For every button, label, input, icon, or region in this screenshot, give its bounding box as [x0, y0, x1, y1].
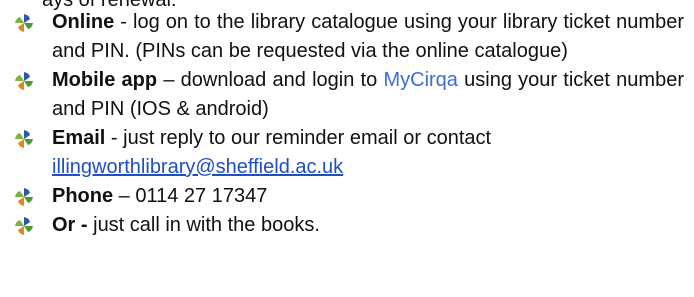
item-text-before-link: - just reply to our reminder email or co… — [105, 127, 492, 149]
list-item-phone: Phone – 0114 27 17347 — [0, 182, 694, 211]
item-lead-label: Or - — [52, 214, 88, 236]
pinwheel-bullet-icon — [15, 217, 33, 235]
mycirqa-link[interactable]: MyCirqa — [383, 69, 457, 91]
list-item-call-in: Or - just call in with the books. — [0, 211, 694, 240]
item-lead-label: Online — [52, 11, 115, 33]
item-text: – 0114 27 17347 — [113, 185, 268, 207]
renewal-methods-list: Online - log on to the library catalogue… — [0, 8, 694, 240]
pinwheel-bullet-icon — [15, 188, 33, 206]
item-lead-label: Phone — [52, 185, 114, 207]
pinwheel-bullet-icon — [15, 72, 33, 90]
list-item-online: Online - log on to the library catalogue… — [0, 8, 694, 66]
email-address-link[interactable]: illingworthlibrary@sheffield.ac.uk — [52, 156, 343, 178]
item-lead-label: Mobile app — [52, 69, 158, 91]
item-lead-label: Email — [52, 127, 106, 149]
item-text: - log on to the library catalogue using … — [52, 11, 684, 62]
list-item-email: Email - just reply to our reminder email… — [0, 124, 694, 182]
item-text: just call in with the books. — [87, 214, 320, 236]
pinwheel-bullet-icon — [15, 14, 33, 32]
list-item-mobile-app: Mobile app – download and login to MyCir… — [0, 66, 694, 124]
pinwheel-bullet-icon — [15, 130, 33, 148]
item-text-before-link: – download and login to — [157, 69, 384, 91]
